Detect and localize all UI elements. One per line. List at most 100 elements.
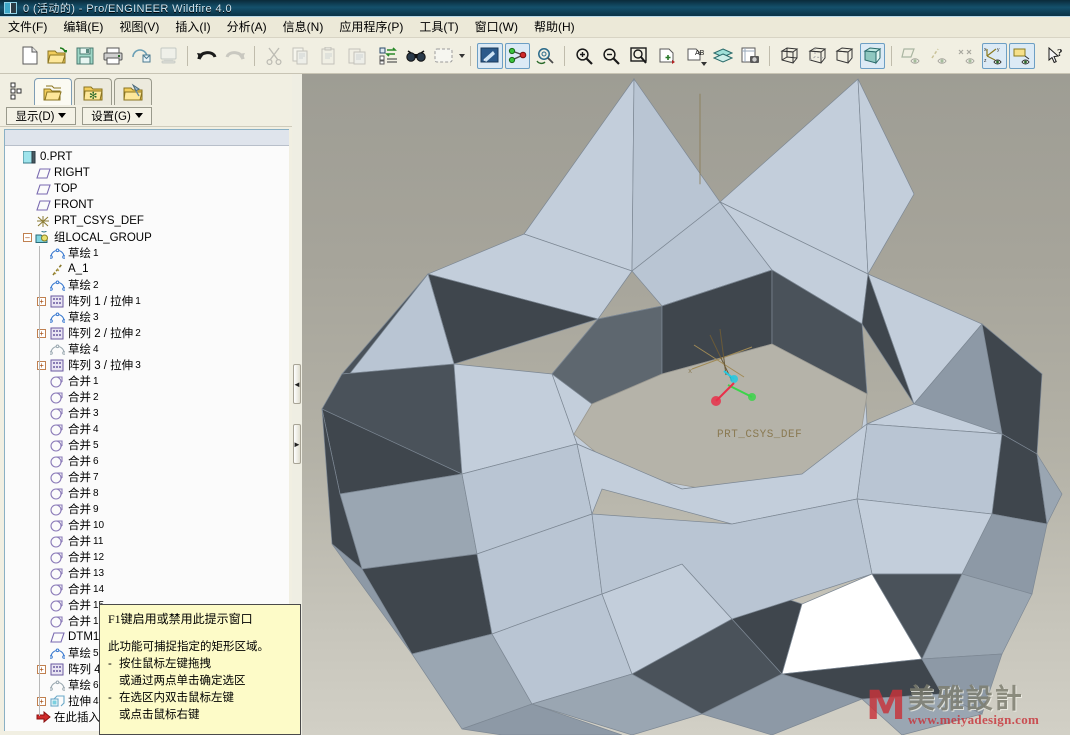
tree-item-number: 1 xyxy=(93,375,99,387)
tree-item[interactable]: 合并 9 xyxy=(5,501,289,517)
wireframe-icon[interactable] xyxy=(776,43,802,69)
regenerate-icon[interactable] xyxy=(376,43,402,69)
tree-tab-model[interactable] xyxy=(34,78,72,106)
datum-csys-icon[interactable]: xyz xyxy=(981,42,1008,69)
tree-item[interactable]: 合并 3 xyxy=(5,405,289,421)
tree-item[interactable]: RIGHT xyxy=(5,165,289,181)
reorient-icon[interactable] xyxy=(654,43,680,69)
show-dropdown-button[interactable]: 显示(D) xyxy=(6,106,76,125)
window-title: 0 (活动的) - Pro/ENGINEER Wildfire 4.0 xyxy=(23,3,232,15)
zoom-out-icon[interactable] xyxy=(599,43,625,69)
settings-dropdown-button[interactable]: 设置(G) xyxy=(82,106,152,125)
tree-item[interactable]: 合并 14 xyxy=(5,581,289,597)
select-box-dropdown-caret[interactable] xyxy=(459,53,465,58)
annotate-dropdown-caret[interactable] xyxy=(700,61,707,66)
save-icon[interactable] xyxy=(72,43,98,69)
refit-icon[interactable] xyxy=(627,43,653,69)
redo-icon[interactable] xyxy=(222,43,248,69)
tree-item[interactable]: 草绘 2 xyxy=(5,277,289,293)
paste-special-icon[interactable] xyxy=(344,43,370,69)
datum-plane-icon[interactable] xyxy=(898,43,924,69)
open-file-icon[interactable] xyxy=(45,43,71,69)
menu-analysis[interactable]: 分析(A) xyxy=(219,18,275,37)
drag-handle-icon[interactable] xyxy=(2,78,32,106)
datum-axis-icon[interactable] xyxy=(926,43,952,69)
tree-item[interactable]: 草绘 3 xyxy=(5,309,289,325)
zoom-in-icon[interactable] xyxy=(571,43,597,69)
shading-icon[interactable] xyxy=(859,42,886,69)
tree-item[interactable]: 合并 7 xyxy=(5,469,289,485)
send-mail-icon[interactable] xyxy=(128,43,154,69)
csys-icon xyxy=(35,214,51,228)
tree-item[interactable]: PRT_CSYS_DEF xyxy=(5,213,289,229)
relations-icon[interactable] xyxy=(504,42,531,69)
help-cursor-icon[interactable]: ? xyxy=(1043,43,1069,69)
print-icon[interactable] xyxy=(100,43,126,69)
undo-icon[interactable] xyxy=(194,43,220,69)
splitter-collapse-left-button[interactable]: ◄ xyxy=(293,364,301,404)
measure-icon[interactable] xyxy=(532,43,558,69)
menu-file[interactable]: 文件(F) xyxy=(0,18,55,37)
menu-window[interactable]: 窗口(W) xyxy=(467,18,526,37)
tree-item[interactable]: 合并 11 xyxy=(5,533,289,549)
tree-item[interactable]: 0.PRT xyxy=(5,149,289,165)
pattern-icon xyxy=(49,358,65,372)
hidden-line-icon[interactable] xyxy=(804,43,830,69)
splitter-collapse-right-button[interactable]: ► xyxy=(293,424,301,464)
tree-item[interactable]: 合并 6 xyxy=(5,453,289,469)
cut-icon[interactable] xyxy=(261,43,287,69)
tooltip-bullet1-line1: 按住鼠标左键拖拽 xyxy=(119,658,211,670)
tree-item[interactable]: 合并 12 xyxy=(5,549,289,565)
annotation-display-icon[interactable] xyxy=(1009,42,1036,69)
collapse-icon[interactable]: – xyxy=(23,232,32,242)
tree-item[interactable]: 草绘 1 xyxy=(5,245,289,261)
datum-point-icon[interactable] xyxy=(954,43,980,69)
menu-help[interactable]: 帮助(H) xyxy=(526,18,583,37)
3d-model-render: .f-lite { fill:#c3cedb; } .f-lite2 { fil… xyxy=(321,77,1063,735)
tooltip-bullet1-line2: 或通过两点单击确定选区 xyxy=(119,675,246,687)
splitter-left-glyph: ◄ xyxy=(293,379,301,389)
tree-item[interactable]: + 阵列 3 / 拉伸 3 xyxy=(5,357,289,373)
watermark-url: www.meiyadesign.com xyxy=(907,712,1040,727)
menu-info[interactable]: 信息(N) xyxy=(275,18,332,37)
no-hidden-icon[interactable] xyxy=(832,43,858,69)
tree-item[interactable]: 合并 2 xyxy=(5,389,289,405)
tree-item[interactable]: 合并 4 xyxy=(5,421,289,437)
tree-item[interactable]: 合并 8 xyxy=(5,485,289,501)
tree-item[interactable]: – 组LOCAL_GROUP xyxy=(5,229,289,245)
menu-tools[interactable]: 工具(T) xyxy=(411,18,466,37)
save-view-icon[interactable] xyxy=(738,43,764,69)
menu-edit[interactable]: 编辑(E) xyxy=(55,18,111,37)
toolbar-separator xyxy=(769,45,771,66)
model-tree-column-header xyxy=(5,130,289,146)
tree-tab-folder[interactable]: ✻ xyxy=(74,78,112,106)
tree-tab-favorites[interactable] xyxy=(114,78,152,106)
tooltip-bullet2-line2: 或点击鼠标右键 xyxy=(119,709,200,721)
copy-icon[interactable] xyxy=(289,43,315,69)
screen-icon[interactable] xyxy=(156,43,182,69)
repaint-icon[interactable] xyxy=(476,42,503,69)
graphics-viewport[interactable]: .f-lite { fill:#c3cedb; } .f-lite2 { fil… xyxy=(302,74,1070,735)
tree-item[interactable]: 合并 10 xyxy=(5,517,289,533)
tree-item[interactable]: 合并 13 xyxy=(5,565,289,581)
tree-item[interactable]: FRONT xyxy=(5,197,289,213)
select-box-icon[interactable] xyxy=(431,43,457,69)
tree-item[interactable]: 合并 1 xyxy=(5,373,289,389)
tree-item-number: 4 xyxy=(93,423,99,435)
menu-view[interactable]: 视图(V) xyxy=(111,18,167,37)
menu-insert[interactable]: 插入(I) xyxy=(167,18,218,37)
paste-icon[interactable] xyxy=(316,43,342,69)
tree-item[interactable]: + 阵列 1 / 拉伸 1 xyxy=(5,293,289,309)
layers-icon[interactable] xyxy=(710,43,736,69)
annotate-icon[interactable]: AB xyxy=(682,43,708,69)
new-file-icon[interactable] xyxy=(17,43,43,69)
tree-item[interactable]: + 阵列 2 / 拉伸 2 xyxy=(5,325,289,341)
tree-item-number: 5 xyxy=(93,647,99,659)
tree-item-number: 14 xyxy=(93,583,105,595)
tree-item[interactable]: A_1 xyxy=(5,261,289,277)
find-icon[interactable] xyxy=(404,43,430,69)
tree-item[interactable]: 合并 5 xyxy=(5,437,289,453)
tree-item[interactable]: 草绘 4 xyxy=(5,341,289,357)
tree-item[interactable]: TOP xyxy=(5,181,289,197)
menu-applications[interactable]: 应用程序(P) xyxy=(331,18,411,37)
